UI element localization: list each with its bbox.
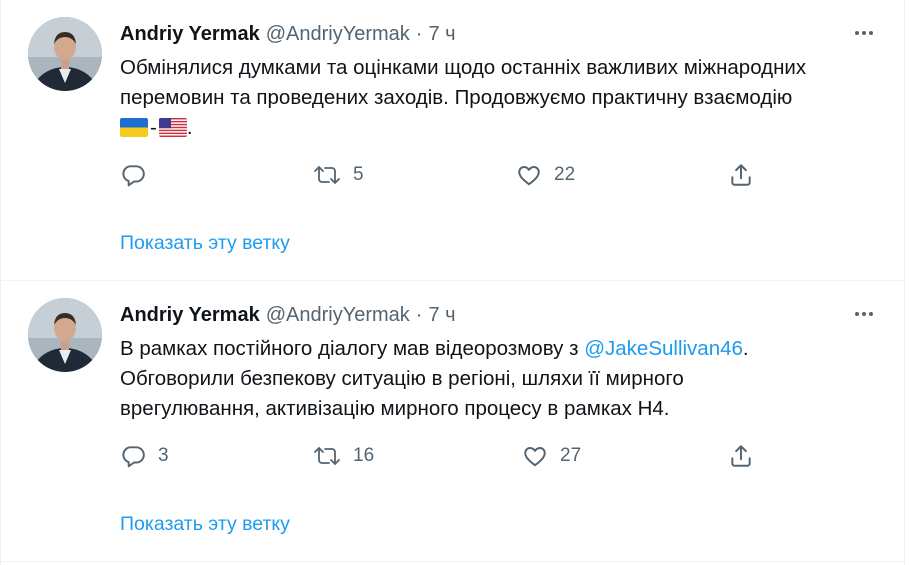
retweet-icon — [313, 162, 341, 188]
retweet-button[interactable]: 5 — [313, 160, 364, 190]
author-handle[interactable]: @AndriyYermak — [266, 304, 410, 327]
avatar[interactable] — [28, 298, 102, 372]
like-count: 27 — [560, 445, 582, 466]
retweet-icon — [313, 443, 341, 469]
tweet-actions: 5 22 — [120, 160, 770, 190]
retweet-count: 16 — [353, 445, 375, 466]
tweet-header: Andriy Yermak @AndriyYermak · 7 ч — [120, 22, 456, 46]
trailing-period: . — [186, 116, 193, 139]
tweet-text-segment: В рамках постійного діалогу мав відеороз… — [120, 337, 585, 360]
reply-icon — [120, 443, 146, 469]
reply-count: 3 — [158, 445, 169, 466]
author-name[interactable]: Andriy Yermak — [120, 304, 260, 327]
like-icon — [522, 443, 548, 469]
reply-icon — [120, 162, 146, 188]
show-thread-link[interactable]: Показать эту ветку — [120, 513, 290, 536]
timeline-feed: Andriy Yermak @AndriyYermak · 7 ч Обміня… — [0, 0, 905, 565]
retweet-button[interactable]: 16 — [313, 441, 374, 471]
tweet-text: В рамках постійного діалогу мав відеороз… — [120, 334, 880, 424]
tweet-text: Обмінялися думками та оцінками щодо оста… — [120, 53, 880, 143]
mention-link[interactable]: @JakeSullivan46 — [584, 337, 743, 360]
separator-dot: · — [415, 22, 423, 45]
tweet-text-line: В рамках постійного діалогу мав відеороз… — [120, 334, 880, 364]
like-count: 22 — [554, 164, 576, 185]
author-name[interactable]: Andriy Yermak — [120, 23, 260, 46]
author-handle[interactable]: @AndriyYermak — [266, 23, 410, 46]
flag-separator: - — [150, 116, 157, 139]
tweet-text-line: перемовин та проведених заходів. Продовж… — [120, 86, 793, 109]
reply-button[interactable]: 3 — [120, 441, 169, 471]
separator-dot: · — [415, 303, 423, 326]
more-icon[interactable] — [847, 301, 881, 327]
timestamp[interactable]: 7 ч — [428, 304, 455, 327]
more-icon[interactable] — [847, 20, 881, 46]
usa-flag-icon — [158, 118, 187, 137]
share-icon — [728, 162, 754, 188]
tweet-text-line: Обмінялися думками та оцінками щодо оста… — [120, 56, 807, 79]
share-icon — [728, 443, 754, 469]
share-button[interactable] — [728, 160, 754, 190]
tweet-text-line: Обговорили безпекову ситуацію в регіоні,… — [120, 367, 684, 390]
share-button[interactable] — [728, 441, 754, 471]
tweet-text-line: врегулювання, активізацію мирного процес… — [120, 397, 670, 420]
timestamp[interactable]: 7 ч — [428, 23, 455, 46]
tweet-actions: 3 16 27 — [120, 441, 770, 471]
ukraine-flag-icon — [120, 118, 148, 137]
retweet-count: 5 — [353, 164, 364, 185]
tweet[interactable]: Andriy Yermak @AndriyYermak · 7 ч В рамк… — [1, 281, 904, 562]
like-button[interactable]: 22 — [516, 160, 575, 190]
like-button[interactable]: 27 — [522, 441, 581, 471]
reply-button[interactable] — [120, 160, 158, 190]
tweet-text-segment: . — [742, 337, 749, 360]
like-icon — [516, 162, 542, 188]
tweet-header: Andriy Yermak @AndriyYermak · 7 ч — [120, 303, 456, 327]
tweet[interactable]: Andriy Yermak @AndriyYermak · 7 ч Обміня… — [1, 0, 904, 281]
avatar[interactable] — [28, 17, 102, 91]
tweet-text-line: - . — [120, 113, 880, 143]
show-thread-link[interactable]: Показать эту ветку — [120, 232, 290, 255]
